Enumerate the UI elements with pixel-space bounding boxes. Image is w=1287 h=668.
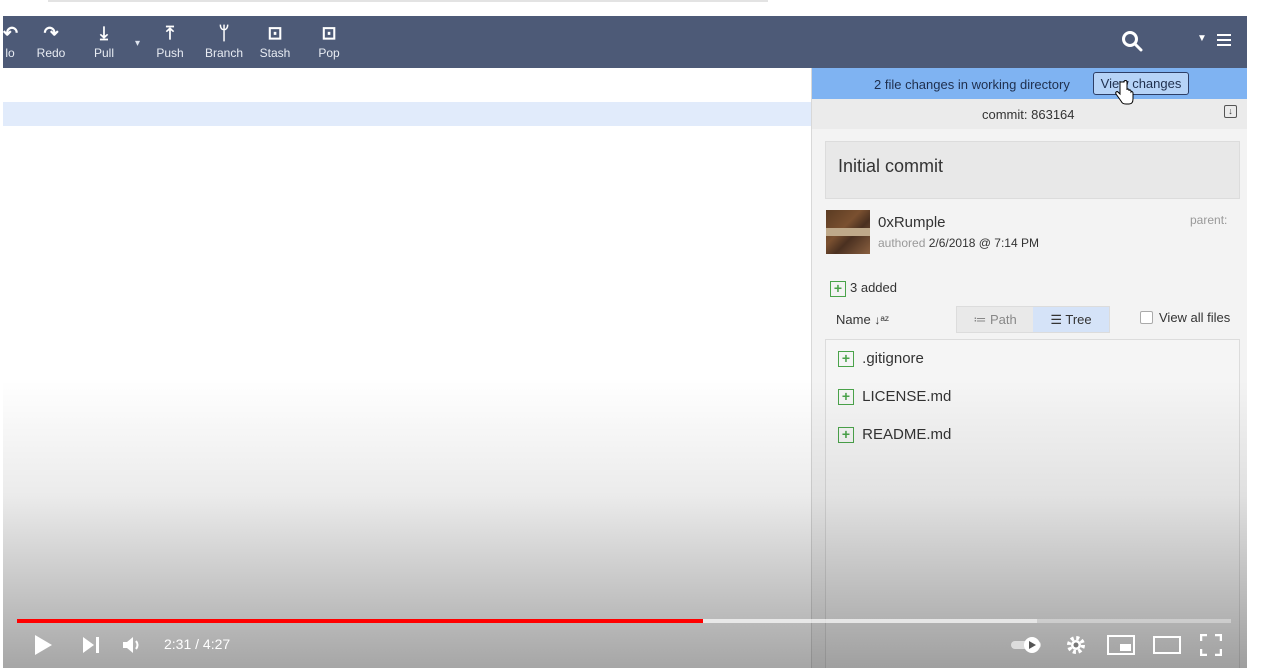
added-count: 3 added (850, 280, 897, 295)
commit-sha[interactable]: 863164 (1031, 107, 1074, 122)
pull-button[interactable]: ⤓ Pull (89, 20, 119, 64)
stash-button[interactable]: ⊡ Stash (258, 20, 292, 64)
view-changes-button[interactable]: View changes (1093, 72, 1189, 95)
added-file-icon: + (838, 351, 854, 368)
commit-graph[interactable] (3, 68, 811, 668)
added-file-icon: + (838, 427, 854, 444)
redo-button[interactable]: ↷ Redo (33, 20, 69, 64)
hamburger-menu-icon[interactable] (1217, 34, 1231, 49)
tree-icon: ☰ (1050, 312, 1066, 327)
undo-icon: ↶ (3, 23, 19, 43)
commit-label: commit: (982, 107, 1028, 122)
search-icon[interactable] (1121, 30, 1143, 52)
authored-info: authored 2/6/2018 @ 7:14 PM (878, 236, 1039, 250)
progress-bar[interactable] (17, 619, 1231, 623)
view-mode-toggle: ≔ Path ☰ Tree (956, 306, 1110, 333)
hand-cursor-icon (1115, 80, 1134, 105)
push-icon: ⤒ (166, 23, 174, 43)
file-item[interactable]: + README.md (838, 426, 952, 444)
added-icon: + (830, 280, 846, 297)
branch-icon: ᛘ (218, 23, 230, 43)
pop-icon: ⊡ (321, 23, 337, 43)
top-strip (0, 0, 1287, 16)
stash-icon: ⊡ (267, 23, 283, 43)
tree-view-button[interactable]: ☰ Tree (1033, 307, 1109, 332)
path-label: Path (989, 312, 1017, 327)
tree-label: Tree (1065, 312, 1092, 327)
file-name: .gitignore (862, 350, 924, 367)
push-button[interactable]: ⤒ Push (153, 20, 187, 64)
view-all-label: View all files (1159, 310, 1231, 325)
wip-text: 2 file changes in working directory (874, 77, 1070, 92)
play-icon[interactable] (33, 634, 53, 656)
wip-banner: 2 file changes in working directory View… (812, 68, 1247, 99)
gitkraken-window: ↶ lo ↷ Redo ⤓ Pull ▾ ⤒ Push ᛘ Branch ⊡ S… (3, 16, 1247, 668)
theater-mode-icon[interactable] (1153, 636, 1181, 654)
file-item[interactable]: + LICENSE.md (838, 388, 952, 406)
played-bar (17, 619, 703, 623)
toolbar: ↶ lo ↷ Redo ⤓ Pull ▾ ⤒ Push ᛘ Branch ⊡ S… (3, 16, 1247, 68)
top-strip-line (48, 0, 768, 2)
next-icon[interactable] (82, 636, 102, 654)
fullscreen-icon[interactable] (1200, 634, 1222, 656)
redo-icon: ↷ (43, 23, 59, 43)
added-file-icon: + (838, 389, 854, 406)
volume-icon[interactable] (122, 635, 144, 655)
redo-label: Redo (36, 46, 66, 60)
pull-label: Pull (93, 46, 114, 60)
commit-header: commit: 863164 ↓ (812, 99, 1247, 129)
name-label: Name (836, 312, 871, 327)
pop-label: Pop (318, 46, 340, 60)
list-icon: ≔ (973, 312, 990, 327)
authored-date: 2/6/2018 @ 7:14 PM (928, 236, 1039, 250)
autoplay-toggle-icon[interactable] (1010, 636, 1044, 654)
chevron-down-icon[interactable]: ▼ (1197, 33, 1207, 44)
settings-gear-icon[interactable] (1066, 635, 1086, 655)
file-name: README.md (862, 426, 952, 443)
pull-icon: ⤓ (100, 23, 108, 43)
stash-label: Stash (259, 46, 291, 60)
selected-commit-row[interactable] (3, 102, 811, 126)
parent-label: parent: (1190, 213, 1228, 227)
miniplayer-icon[interactable] (1107, 635, 1135, 655)
avatar (826, 210, 870, 254)
download-icon[interactable]: ↓ (1224, 105, 1237, 118)
file-item[interactable]: + .gitignore (838, 350, 924, 368)
pop-button[interactable]: ⊡ Pop (313, 20, 345, 64)
commit-details-panel: 2 file changes in working directory View… (811, 68, 1247, 668)
author-name: 0xRumple (878, 214, 946, 231)
push-label: Push (156, 46, 184, 60)
sort-icon: ↓ᵃᶻ (874, 313, 890, 327)
path-view-button[interactable]: ≔ Path (957, 307, 1033, 332)
undo-label: lo (5, 46, 15, 60)
commit-message[interactable]: Initial commit (825, 141, 1240, 199)
time-display: 2:31 / 4:27 (164, 636, 231, 652)
view-all-checkbox[interactable] (1140, 311, 1153, 324)
undo-button[interactable]: ↶ lo (3, 20, 19, 64)
file-name: LICENSE.md (862, 388, 952, 405)
branch-label: Branch (204, 46, 244, 60)
pull-options-caret[interactable]: ▾ (135, 38, 140, 49)
video-frame: ↶ lo ↷ Redo ⤓ Pull ▾ ⤒ Push ᛘ Branch ⊡ S… (0, 0, 1287, 668)
view-all-files-toggle[interactable]: View all files (1140, 310, 1230, 325)
added-summary: +3 added (830, 280, 897, 297)
authored-label: authored (878, 236, 926, 250)
branch-button[interactable]: ᛘ Branch (202, 20, 246, 64)
name-sort-toggle[interactable]: Name ↓ᵃᶻ (836, 312, 889, 327)
commit-id: commit: 863164 (982, 107, 1075, 122)
